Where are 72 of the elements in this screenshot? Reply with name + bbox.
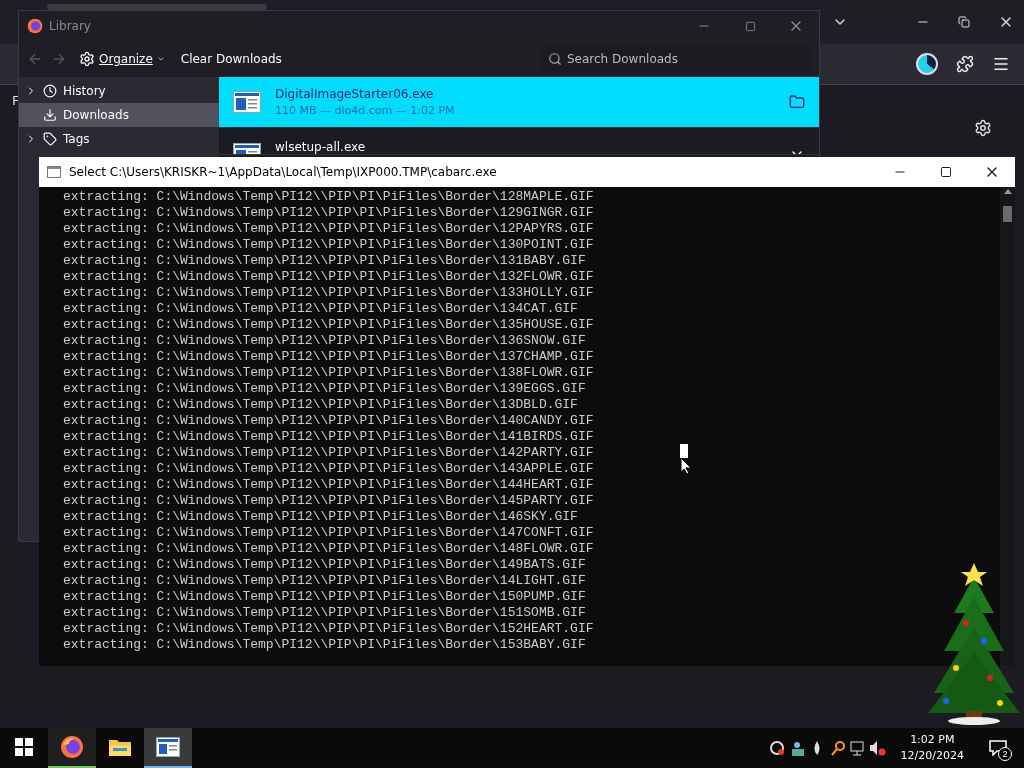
console-line: extracting: C:\Windows\Temp\PI12\\PIP\PI\PiFiles\Border\135HOUSE.GIF [63, 317, 594, 333]
program-window-icon [156, 737, 180, 757]
console-line: extracting: C:\Windows\Temp\PI12\\PIP\PI\PiFiles\Border\145PARTY.GIF [63, 493, 594, 509]
window-title: Library [49, 19, 91, 33]
sidebar-item[interactable]: History [19, 79, 219, 103]
console-line: extracting: C:\Windows\Temp\PI12\\PIP\PI\PiFiles\Border\12PAPYRS.GIF [63, 221, 594, 237]
taskbar-app-button[interactable] [48, 728, 96, 768]
console-line: extracting: C:\Windows\Temp\PI12\\PIP\PI\PiFiles\Border\144HEART.GIF [63, 477, 594, 493]
console-line: extracting: C:\Windows\Temp\PI12\\PIP\PI\PiFiles\Border\14LIGHT.GIF [63, 573, 586, 589]
sidebar-item[interactable]: Tags [19, 127, 219, 151]
program-file-icon [233, 91, 261, 113]
tray-icons-drawing[interactable] [768, 739, 887, 757]
restore-icon[interactable] [958, 16, 970, 28]
taskbar-app-button[interactable] [144, 728, 192, 768]
caret-icon [156, 55, 165, 63]
clock-icon [43, 84, 57, 98]
taskbar-clock[interactable]: 1:02 PM 12/20/2024 [894, 732, 970, 764]
console-line: extracting: C:\Windows\Temp\PI12\\PIP\PI\PiFiles\Border\142PARTY.GIF [63, 445, 594, 461]
console-line: extracting: C:\Windows\Temp\PI12\\PIP\PI\PiFiles\Border\141BIRDS.GIF [63, 429, 594, 445]
console-line: extracting: C:\Windows\Temp\PI12\\PIP\PI\PiFiles\Border\134CAT.GIF [63, 301, 578, 317]
console-line: extracting: C:\Windows\Temp\PI12\\PIP\PI\PiFiles\Border\13DBLD.GIF [63, 397, 578, 413]
console-line: extracting: C:\Windows\Temp\PI12\\PIP\PI\PiFiles\Border\136SNOW.GIF [63, 333, 586, 349]
window-title: Select C:\Users\KRISKR~1\AppData\Local\Temp\IXP000.TMP\cabarc.exe [69, 165, 497, 179]
console-line: extracting: C:\Windows\Temp\PI12\\PIP\PI\PiFiles\Border\151SOMB.GIF [63, 605, 586, 621]
scrollbar[interactable] [1000, 187, 1015, 666]
download-icon [43, 108, 57, 122]
console-line: extracting: C:\Windows\Temp\PI12\\PIP\PI\PiFiles\Border\150PUMP.GIF [63, 589, 586, 605]
console-line: extracting: C:\Windows\Temp\PI12\\PIP\PI\PiFiles\Border\140CANDY.GIF [63, 413, 594, 429]
notification-button[interactable]: 2 [978, 728, 1018, 768]
mouse-pointer-icon [680, 457, 692, 475]
console-line: extracting: C:\Windows\Temp\PI12\\PIP\PI\PiFiles\Border\153BABY.GIF [63, 637, 586, 653]
console-line: extracting: C:\Windows\Temp\PI12\\PIP\PI\PiFiles\Border\152HEART.GIF [63, 621, 594, 637]
text-cursor [680, 444, 688, 458]
console-line: extracting: C:\Windows\Temp\PI12\\PIP\PI\PiFiles\Border\138FLOWR.GIF [63, 365, 594, 381]
console-line: extracting: C:\Windows\Temp\PI12\\PIP\PI\PiFiles\Border\133HOLLY.GIF [63, 285, 594, 301]
clear-downloads-button[interactable]: Clear Downloads [176, 50, 286, 68]
tag-icon [43, 132, 57, 146]
console-line: extracting: C:\Windows\Temp\PI12\\PIP\PI\PiFiles\Border\146SKY.GIF [63, 509, 578, 525]
console-line: extracting: C:\Windows\Temp\PI12\\PIP\PI\PiFiles\Border\147CONFT.GIF [63, 525, 594, 541]
console-line: extracting: C:\Windows\Temp\PI12\\PIP\PI\PiFiles\Border\148FLOWR.GIF [63, 541, 594, 557]
console-line: extracting: C:\Windows\Temp\PI12\\PIP\PI\PiFiles\Border\137CHAMP.GIF [63, 349, 594, 365]
search-field[interactable]: Search Downloads [541, 46, 811, 72]
console-line: extracting: C:\Windows\Temp\PI12\\PIP\PI\PiFiles\Border\149BATS.GIF [63, 557, 586, 573]
scroll-up-icon[interactable] [1003, 189, 1012, 194]
folder-icon [108, 737, 132, 757]
page-text: F [12, 93, 20, 108]
console-line: extracting: C:\Windows\Temp\PI12\\PIP\PI\PiFiles\Border\139EGGS.GIF [63, 381, 586, 397]
message-icon [989, 740, 1007, 756]
firefox-icon [60, 735, 84, 759]
settings-icon[interactable] [974, 119, 992, 137]
sidebar-item[interactable]: Downloads [19, 103, 219, 127]
account-icon[interactable] [916, 53, 938, 75]
notification-count: 2 [998, 747, 1012, 761]
search-icon [548, 52, 562, 66]
folder-icon[interactable] [789, 94, 805, 110]
console-line: extracting: C:\Windows\Temp\PI12\\PIP\PI\PiFiles\Border\128MAPLE.GIF [63, 189, 594, 205]
extensions-icon[interactable] [956, 55, 974, 73]
maximize-icon [940, 166, 952, 178]
download-item[interactable]: DigitalImageStarter06.exe 110 MB — dlo4d.com — 1:02 PM [219, 77, 819, 128]
windows-logo-icon [15, 738, 33, 756]
maximize-icon [744, 20, 756, 32]
console-line: extracting: C:\Windows\Temp\PI12\\PIP\PI\PiFiles\Border\129GINGR.GIF [63, 205, 594, 221]
console-line: extracting: C:\Windows\Temp\PI12\\PIP\PI\PiFiles\Border\132FLOWR.GIF [63, 269, 594, 285]
console-icon [47, 166, 61, 178]
console-line: extracting: C:\Windows\Temp\PI12\\PIP\PI\PiFiles\Border\143APPLE.GIF [63, 461, 594, 477]
gear-icon [79, 51, 95, 67]
firefox-icon [27, 18, 43, 34]
console-line: extracting: C:\Windows\Temp\PI12\\PIP\PI\PiFiles\Border\130POINT.GIF [63, 237, 594, 253]
menu-icon[interactable] [992, 55, 1010, 73]
scroll-thumb[interactable] [1003, 206, 1012, 222]
organize-button[interactable]: Organize [75, 49, 169, 69]
console-line: extracting: C:\Windows\Temp\PI12\\PIP\PI\PiFiles\Border\131BABY.GIF [63, 253, 586, 269]
